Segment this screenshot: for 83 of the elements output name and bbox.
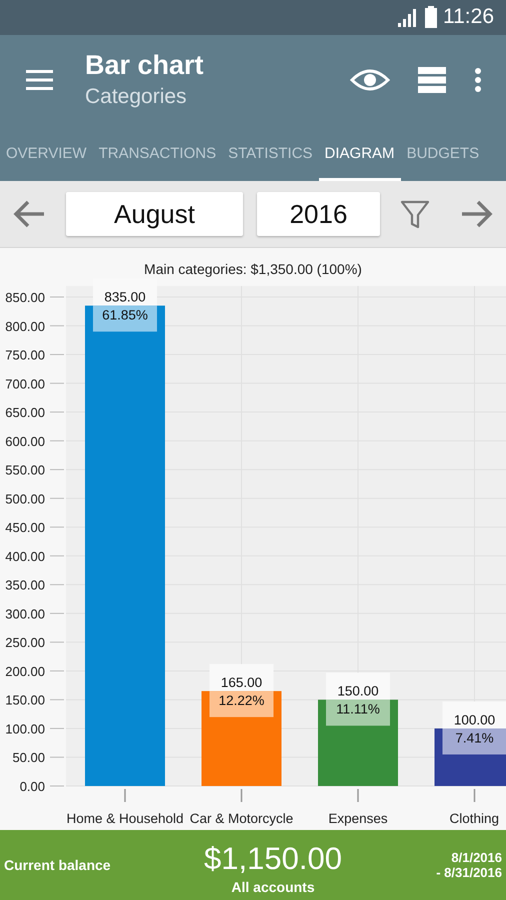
y-axis-label: 150.00 [5,692,45,708]
filter-icon[interactable] [400,199,430,230]
y-axis-label: 250.00 [5,635,45,650]
tab[interactable]: TRANSACTIONS [92,124,222,182]
y-tick-mark [50,383,64,384]
y-tick-mark [50,728,64,730]
balance-amount: $1,150.00 [204,841,342,878]
tab[interactable]: STATISTICS [222,124,319,182]
back-arrow-icon[interactable] [12,199,46,230]
percent-label-background [210,691,274,718]
y-axis-label: 300.00 [5,606,45,622]
y-axis-label: 50.00 [12,750,45,766]
y-tick-mark [50,526,64,528]
y-tick-mark [50,670,64,672]
value-label: 150.00 [337,684,379,699]
y-tick-mark [50,613,64,614]
percent-label-background [326,700,390,726]
eye-icon[interactable] [350,68,390,92]
y-tick-mark [50,412,64,413]
y-axis-label: 700.00 [5,376,45,392]
list-icon[interactable] [418,66,446,93]
y-tick-mark [50,296,64,298]
y-axis-label: 800.00 [5,319,45,334]
month-field[interactable]: August [66,192,243,236]
y-axis-label: 400.00 [5,549,45,564]
category-label: Expenses [328,811,388,826]
y-axis-label: 500.00 [5,492,45,507]
date-range-start: 8/1/2016 [451,850,502,866]
y-axis-label: 650.00 [5,405,45,420]
tab[interactable]: BUDGETS [400,124,486,182]
more-icon[interactable] [474,68,482,92]
x-tick-mark [240,789,242,802]
value-label-background [442,702,506,729]
y-axis-label: 600.00 [5,434,45,450]
y-tick-mark [50,556,64,557]
y-tick-mark [50,354,64,356]
y-tick-mark [50,584,64,586]
y-tick-mark [50,756,64,758]
value-label: 165.00 [220,675,262,690]
y-tick-mark [50,469,64,470]
signal-icon [397,7,419,28]
value-label: 835.00 [104,290,146,305]
x-tick-mark [357,789,359,802]
y-axis-label: 0.00 [20,779,45,794]
x-tick-mark [124,789,126,802]
chart-title: Main categories: $1,350.00 (100%) [144,261,362,278]
percent-label: 7.41% [455,730,494,746]
percent-label: 61.85% [102,308,148,323]
x-tick-mark [474,789,476,802]
percent-label: 12.22% [218,693,264,708]
balance-label: Current balance [4,857,111,874]
menu-icon[interactable] [26,70,53,90]
forward-arrow-icon[interactable] [460,199,494,230]
y-tick-mark [50,642,64,643]
y-axis-label: 550.00 [5,462,45,478]
y-tick-mark [50,498,64,500]
bar[interactable] [85,306,165,786]
y-axis-label: 200.00 [5,664,45,680]
y-tick-mark [50,699,64,700]
y-axis-label: 750.00 [5,348,45,363]
accounts-label: All accounts [231,879,315,896]
screen-title: Bar chart [85,50,205,82]
date-range-end: - 8/31/2016 [436,865,502,880]
category-label: Clothing [449,811,499,826]
percent-label-background [93,306,157,332]
y-tick-mark [50,786,64,787]
percent-label-background [442,728,506,755]
tab[interactable]: OVERVIEW [0,124,93,182]
screen-subtitle: Categories [85,85,188,110]
y-axis-label: 450.00 [5,520,45,536]
y-axis-label: 100.00 [5,722,45,737]
percent-label: 11.11% [336,702,380,717]
y-tick-mark [50,440,64,442]
y-axis-label: 850.00 [5,290,45,306]
year-field[interactable]: 2016 [257,192,380,236]
battery-icon [425,6,437,28]
value-label: 100.00 [454,712,496,728]
category-label: Home & Household [66,811,184,826]
value-label-background [210,664,274,692]
clock-time: 11:26 [443,5,494,30]
category-label: Car & Motorcycle [190,811,294,826]
value-label-background [326,672,390,700]
y-axis-label: 350.00 [5,578,45,593]
